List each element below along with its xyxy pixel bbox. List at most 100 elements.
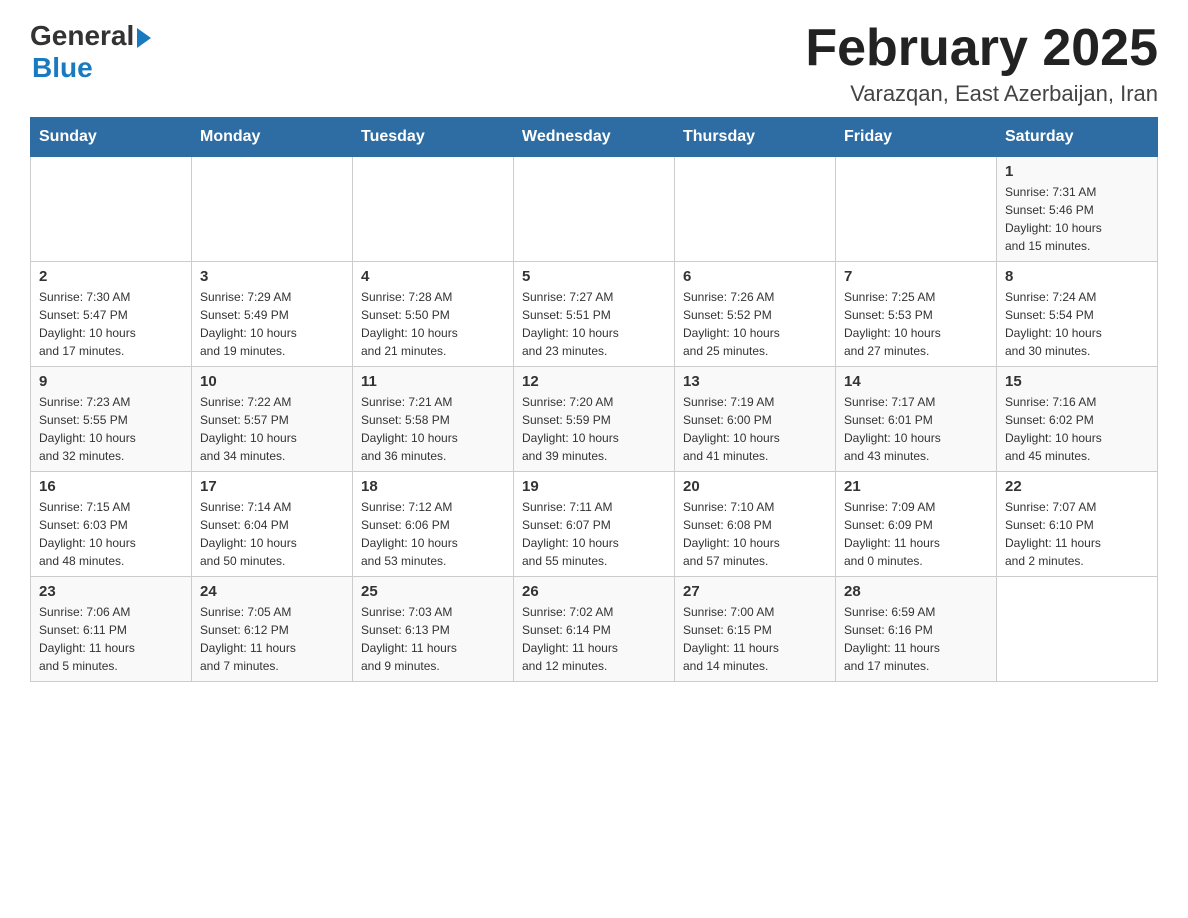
day-info: Sunrise: 7:24 AM Sunset: 5:54 PM Dayligh… <box>1005 288 1149 360</box>
calendar-week-row: 23 Sunrise: 7:06 AM Sunset: 6:11 PM Dayli… <box>31 577 1158 682</box>
logo-general-text: General <box>30 20 134 52</box>
day-info: Sunrise: 7:07 AM Sunset: 6:10 PM Dayligh… <box>1005 498 1149 570</box>
day-number: 9 <box>39 373 183 390</box>
logo: General Blue <box>30 20 151 84</box>
day-info: Sunrise: 7:00 AM Sunset: 6:15 PM Dayligh… <box>683 603 827 675</box>
day-number: 12 <box>522 373 666 390</box>
calendar-cell <box>997 577 1158 682</box>
calendar-cell: 15Sunrise: 7:16 AM Sunset: 6:02 PM Dayli… <box>997 367 1158 472</box>
day-number: 10 <box>200 373 344 390</box>
day-info: Sunrise: 7:30 AM Sunset: 5:47 PM Dayligh… <box>39 288 183 360</box>
day-info: Sunrise: 7:06 AM Sunset: 6:11 PM Dayligh… <box>39 603 183 675</box>
day-info: Sunrise: 7:20 AM Sunset: 5:59 PM Dayligh… <box>522 393 666 465</box>
calendar-week-row: 16 Sunrise: 7:15 AM Sunset: 6:03 PM Dayli… <box>31 472 1158 577</box>
day-number: 2 <box>39 268 183 285</box>
calendar-cell: 8 Sunrise: 7:24 AM Sunset: 5:54 PM Daylig… <box>997 262 1158 367</box>
day-info: Sunrise: 7:29 AM Sunset: 5:49 PM Dayligh… <box>200 288 344 360</box>
calendar-cell: 10 Sunrise: 7:22 AM Sunset: 5:57 PM Dayli… <box>192 367 353 472</box>
calendar-cell: 26 Sunrise: 7:02 AM Sunset: 6:14 PM Dayli… <box>514 577 675 682</box>
day-info: Sunrise: 7:02 AM Sunset: 6:14 PM Dayligh… <box>522 603 666 675</box>
calendar-week-row: 2 Sunrise: 7:30 AM Sunset: 5:47 PM Daylig… <box>31 262 1158 367</box>
day-info: Sunrise: 7:31 AM Sunset: 5:46 PM Dayligh… <box>1005 183 1149 255</box>
calendar-week-row: 1Sunrise: 7:31 AM Sunset: 5:46 PM Daylig… <box>31 157 1158 262</box>
calendar-cell: 28 Sunrise: 6:59 AM Sunset: 6:16 PM Dayli… <box>836 577 997 682</box>
title-block: February 2025 Varazqan, East Azerbaijan,… <box>805 20 1158 107</box>
calendar-cell: 7 Sunrise: 7:25 AM Sunset: 5:53 PM Daylig… <box>836 262 997 367</box>
calendar-cell: 21 Sunrise: 7:09 AM Sunset: 6:09 PM Dayli… <box>836 472 997 577</box>
day-number: 11 <box>361 373 505 390</box>
day-info: Sunrise: 6:59 AM Sunset: 6:16 PM Dayligh… <box>844 603 988 675</box>
calendar-cell <box>675 157 836 262</box>
column-header-friday: Friday <box>836 118 997 157</box>
day-info: Sunrise: 7:03 AM Sunset: 6:13 PM Dayligh… <box>361 603 505 675</box>
day-info: Sunrise: 7:17 AM Sunset: 6:01 PM Dayligh… <box>844 393 988 465</box>
day-number: 24 <box>200 583 344 600</box>
calendar-cell: 17 Sunrise: 7:14 AM Sunset: 6:04 PM Dayli… <box>192 472 353 577</box>
day-number: 13 <box>683 373 827 390</box>
day-info: Sunrise: 7:21 AM Sunset: 5:58 PM Dayligh… <box>361 393 505 465</box>
day-info: Sunrise: 7:11 AM Sunset: 6:07 PM Dayligh… <box>522 498 666 570</box>
column-header-tuesday: Tuesday <box>353 118 514 157</box>
logo-arrow-icon <box>137 28 151 48</box>
column-header-thursday: Thursday <box>675 118 836 157</box>
calendar-cell: 23 Sunrise: 7:06 AM Sunset: 6:11 PM Dayli… <box>31 577 192 682</box>
day-number: 28 <box>844 583 988 600</box>
column-header-saturday: Saturday <box>997 118 1158 157</box>
column-header-sunday: Sunday <box>31 118 192 157</box>
calendar-cell: 13 Sunrise: 7:19 AM Sunset: 6:00 PM Dayli… <box>675 367 836 472</box>
day-info: Sunrise: 7:26 AM Sunset: 5:52 PM Dayligh… <box>683 288 827 360</box>
calendar-cell: 4Sunrise: 7:28 AM Sunset: 5:50 PM Daylig… <box>353 262 514 367</box>
day-info: Sunrise: 7:15 AM Sunset: 6:03 PM Dayligh… <box>39 498 183 570</box>
day-number: 18 <box>361 478 505 495</box>
day-info: Sunrise: 7:14 AM Sunset: 6:04 PM Dayligh… <box>200 498 344 570</box>
day-number: 23 <box>39 583 183 600</box>
calendar-cell <box>192 157 353 262</box>
day-number: 19 <box>522 478 666 495</box>
calendar-cell: 12 Sunrise: 7:20 AM Sunset: 5:59 PM Dayli… <box>514 367 675 472</box>
calendar-cell: 25 Sunrise: 7:03 AM Sunset: 6:13 PM Dayli… <box>353 577 514 682</box>
location-text: Varazqan, East Azerbaijan, Iran <box>805 81 1158 107</box>
day-number: 8 <box>1005 268 1149 285</box>
calendar-cell <box>514 157 675 262</box>
calendar-cell: 9 Sunrise: 7:23 AM Sunset: 5:55 PM Daylig… <box>31 367 192 472</box>
day-info: Sunrise: 7:09 AM Sunset: 6:09 PM Dayligh… <box>844 498 988 570</box>
calendar-cell: 14Sunrise: 7:17 AM Sunset: 6:01 PM Dayli… <box>836 367 997 472</box>
day-info: Sunrise: 7:19 AM Sunset: 6:00 PM Dayligh… <box>683 393 827 465</box>
calendar-header-row: SundayMondayTuesdayWednesdayThursdayFrid… <box>31 118 1158 157</box>
calendar-cell: 19 Sunrise: 7:11 AM Sunset: 6:07 PM Dayli… <box>514 472 675 577</box>
month-title: February 2025 <box>805 20 1158 77</box>
day-number: 26 <box>522 583 666 600</box>
day-info: Sunrise: 7:12 AM Sunset: 6:06 PM Dayligh… <box>361 498 505 570</box>
day-info: Sunrise: 7:05 AM Sunset: 6:12 PM Dayligh… <box>200 603 344 675</box>
calendar-cell <box>31 157 192 262</box>
calendar-cell: 11 Sunrise: 7:21 AM Sunset: 5:58 PM Dayli… <box>353 367 514 472</box>
day-number: 17 <box>200 478 344 495</box>
day-number: 21 <box>844 478 988 495</box>
day-number: 3 <box>200 268 344 285</box>
day-number: 22 <box>1005 478 1149 495</box>
day-number: 15 <box>1005 373 1149 390</box>
calendar-cell: 5Sunrise: 7:27 AM Sunset: 5:51 PM Daylig… <box>514 262 675 367</box>
calendar-cell: 18 Sunrise: 7:12 AM Sunset: 6:06 PM Dayli… <box>353 472 514 577</box>
day-info: Sunrise: 7:27 AM Sunset: 5:51 PM Dayligh… <box>522 288 666 360</box>
day-number: 27 <box>683 583 827 600</box>
day-number: 25 <box>361 583 505 600</box>
calendar-table: SundayMondayTuesdayWednesdayThursdayFrid… <box>30 117 1158 682</box>
calendar-cell: 24 Sunrise: 7:05 AM Sunset: 6:12 PM Dayli… <box>192 577 353 682</box>
day-number: 7 <box>844 268 988 285</box>
day-info: Sunrise: 7:10 AM Sunset: 6:08 PM Dayligh… <box>683 498 827 570</box>
calendar-cell: 3 Sunrise: 7:29 AM Sunset: 5:49 PM Daylig… <box>192 262 353 367</box>
day-number: 6 <box>683 268 827 285</box>
day-info: Sunrise: 7:25 AM Sunset: 5:53 PM Dayligh… <box>844 288 988 360</box>
day-info: Sunrise: 7:22 AM Sunset: 5:57 PM Dayligh… <box>200 393 344 465</box>
calendar-week-row: 9 Sunrise: 7:23 AM Sunset: 5:55 PM Daylig… <box>31 367 1158 472</box>
calendar-cell <box>353 157 514 262</box>
day-number: 16 <box>39 478 183 495</box>
day-number: 20 <box>683 478 827 495</box>
calendar-cell: 6 Sunrise: 7:26 AM Sunset: 5:52 PM Daylig… <box>675 262 836 367</box>
calendar-cell <box>836 157 997 262</box>
calendar-cell: 20 Sunrise: 7:10 AM Sunset: 6:08 PM Dayli… <box>675 472 836 577</box>
calendar-cell: 1Sunrise: 7:31 AM Sunset: 5:46 PM Daylig… <box>997 157 1158 262</box>
day-info: Sunrise: 7:23 AM Sunset: 5:55 PM Dayligh… <box>39 393 183 465</box>
page-header: General Blue February 2025 Varazqan, Eas… <box>30 20 1158 107</box>
